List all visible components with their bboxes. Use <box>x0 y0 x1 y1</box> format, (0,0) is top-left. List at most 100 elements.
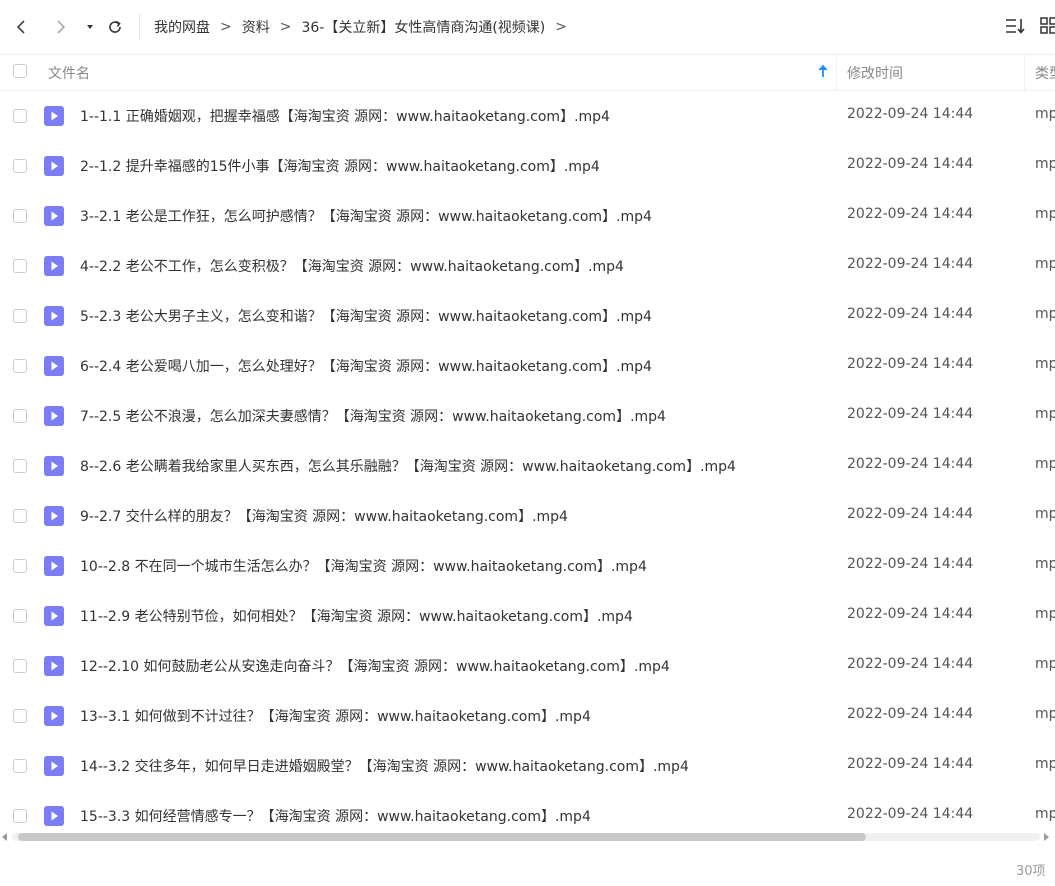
file-name[interactable]: 10--2.8 不在同一个城市生活怎么办？【海淘宝资 源网：www.haitao… <box>80 556 647 576</box>
chevron-left-icon <box>16 20 25 34</box>
file-type: mp4 <box>1035 556 1055 572</box>
row-checkbox[interactable] <box>13 709 27 723</box>
row-checkbox[interactable] <box>13 209 27 223</box>
item-count: 30项 <box>1016 864 1046 879</box>
row-checkbox[interactable] <box>13 159 27 173</box>
caret-down-icon <box>87 25 93 29</box>
column-header-type[interactable]: 类型 <box>1035 63 1055 83</box>
sort-button[interactable] <box>1005 15 1027 41</box>
sort-ascending-icon[interactable] <box>816 63 830 79</box>
column-divider[interactable] <box>836 54 837 90</box>
file-row[interactable]: 15--3.3 如何经营情感专一？【海淘宝资 源网：www.haitaoketa… <box>0 791 1055 828</box>
file-row[interactable]: 1--1.1 正确婚姻观，把握幸福感【海淘宝资 源网：www.haitaoket… <box>0 91 1055 141</box>
forward-button[interactable] <box>48 15 72 39</box>
file-name[interactable]: 14--3.2 交往多年，如何早日走进婚姻殿堂？【海淘宝资 源网：www.hai… <box>80 756 689 776</box>
file-modified-time: 2022-09-24 14:44 <box>847 806 974 822</box>
file-name[interactable]: 7--2.5 老公不浪漫，怎么加深夫妻感情？【海淘宝资 源网：www.haita… <box>80 406 666 426</box>
video-file-icon <box>44 456 64 476</box>
breadcrumb-item-current[interactable]: 36-【关立新】女性高情商沟通(视频课) <box>301 17 545 37</box>
view-mode-button[interactable] <box>1040 15 1055 41</box>
video-file-icon <box>44 406 64 426</box>
file-name[interactable]: 13--3.1 如何做到不计过往？【海淘宝资 源网：www.haitaoketa… <box>80 706 591 726</box>
back-button[interactable] <box>10 15 34 39</box>
file-type: mp4 <box>1035 306 1055 322</box>
file-row[interactable]: 7--2.5 老公不浪漫，怎么加深夫妻感情？【海淘宝资 源网：www.haita… <box>0 391 1055 441</box>
video-file-icon <box>44 656 64 676</box>
row-checkbox[interactable] <box>13 659 27 673</box>
file-modified-time: 2022-09-24 14:44 <box>847 306 974 322</box>
file-name[interactable]: 12--2.10 如何鼓励老公从安逸走向奋斗？【海淘宝资 源网：www.hait… <box>80 656 670 676</box>
file-row[interactable]: 10--2.8 不在同一个城市生活怎么办？【海淘宝资 源网：www.haitao… <box>0 541 1055 591</box>
row-checkbox[interactable] <box>13 109 27 123</box>
chevron-right-icon <box>57 20 66 34</box>
file-row[interactable]: 13--3.1 如何做到不计过往？【海淘宝资 源网：www.haitaoketa… <box>0 691 1055 741</box>
file-type: mp4 <box>1035 406 1055 422</box>
file-type: mp4 <box>1035 156 1055 172</box>
column-header-name[interactable]: 文件名 <box>48 63 90 83</box>
row-checkbox[interactable] <box>13 409 27 423</box>
row-checkbox[interactable] <box>13 759 27 773</box>
select-all-checkbox[interactable] <box>13 64 27 78</box>
file-row[interactable]: 5--2.3 老公大男子主义，怎么变和谐？【海淘宝资 源网：www.haitao… <box>0 291 1055 341</box>
file-name[interactable]: 11--2.9 老公特别节俭，如何相处？【海淘宝资 源网：www.haitaok… <box>80 606 633 626</box>
scroll-right-arrow-icon[interactable] <box>1044 833 1049 841</box>
row-checkbox[interactable] <box>13 609 27 623</box>
breadcrumb-item-root[interactable]: 我的网盘 <box>154 17 210 37</box>
column-divider[interactable] <box>1024 54 1025 90</box>
file-name[interactable]: 3--2.1 老公是工作狂，怎么呵护感情？【海淘宝资 源网：www.haitao… <box>80 206 652 226</box>
refresh-icon <box>109 20 121 33</box>
top-bar: 我的网盘 > 资料 > 36-【关立新】女性高情商沟通(视频课) > <box>0 0 1055 55</box>
refresh-button[interactable] <box>103 15 127 39</box>
video-file-icon <box>44 706 64 726</box>
toolbar-divider <box>139 14 140 40</box>
file-type: mp4 <box>1035 706 1055 722</box>
video-file-icon <box>44 356 64 376</box>
horizontal-scrollbar[interactable] <box>0 828 1055 848</box>
breadcrumb-separator: > <box>555 19 567 35</box>
file-name[interactable]: 5--2.3 老公大男子主义，怎么变和谐？【海淘宝资 源网：www.haitao… <box>80 306 652 326</box>
row-checkbox[interactable] <box>13 359 27 373</box>
file-row[interactable]: 8--2.6 老公瞒着我给家里人买东西，怎么其乐融融？【海淘宝资 源网：www.… <box>0 441 1055 491</box>
scroll-left-arrow-icon[interactable] <box>2 833 7 841</box>
file-name[interactable]: 6--2.4 老公爱喝八加一，怎么处理好？【海淘宝资 源网：www.haitao… <box>80 356 652 376</box>
row-checkbox[interactable] <box>13 809 27 823</box>
file-type: mp4 <box>1035 106 1055 122</box>
file-type: mp4 <box>1035 656 1055 672</box>
file-name[interactable]: 1--1.1 正确婚姻观，把握幸福感【海淘宝资 源网：www.haitaoket… <box>80 106 610 126</box>
history-dropdown-button[interactable] <box>78 15 102 39</box>
file-modified-time: 2022-09-24 14:44 <box>847 456 974 472</box>
file-name[interactable]: 2--1.2 提升幸福感的15件小事【海淘宝资 源网：www.haitaoket… <box>80 156 600 176</box>
row-checkbox[interactable] <box>13 309 27 323</box>
video-file-icon <box>44 156 64 176</box>
file-modified-time: 2022-09-24 14:44 <box>847 206 974 222</box>
file-name[interactable]: 15--3.3 如何经营情感专一？【海淘宝资 源网：www.haitaoketa… <box>80 806 591 826</box>
file-row[interactable]: 3--2.1 老公是工作狂，怎么呵护感情？【海淘宝资 源网：www.haitao… <box>0 191 1055 241</box>
file-modified-time: 2022-09-24 14:44 <box>847 756 974 772</box>
grid-view-icon <box>1040 17 1055 34</box>
breadcrumb-separator: > <box>279 19 292 35</box>
file-row[interactable]: 2--1.2 提升幸福感的15件小事【海淘宝资 源网：www.haitaoket… <box>0 141 1055 191</box>
row-checkbox[interactable] <box>13 459 27 473</box>
breadcrumb-item-folder[interactable]: 资料 <box>242 17 270 37</box>
file-row[interactable]: 6--2.4 老公爱喝八加一，怎么处理好？【海淘宝资 源网：www.haitao… <box>0 341 1055 391</box>
file-name[interactable]: 8--2.6 老公瞒着我给家里人买东西，怎么其乐融融？【海淘宝资 源网：www.… <box>80 456 736 476</box>
file-row[interactable]: 4--2.2 老公不工作，怎么变积极？【海淘宝资 源网：www.haitaoke… <box>0 241 1055 291</box>
file-row[interactable]: 11--2.9 老公特别节俭，如何相处？【海淘宝资 源网：www.haitaok… <box>0 591 1055 641</box>
file-modified-time: 2022-09-24 14:44 <box>847 256 974 272</box>
file-list: 1--1.1 正确婚姻观，把握幸福感【海淘宝资 源网：www.haitaoket… <box>0 91 1055 828</box>
scrollbar-thumb[interactable] <box>18 833 866 841</box>
column-header-time[interactable]: 修改时间 <box>847 63 903 83</box>
file-type: mp4 <box>1035 256 1055 272</box>
file-row[interactable]: 12--2.10 如何鼓励老公从安逸走向奋斗？【海淘宝资 源网：www.hait… <box>0 641 1055 691</box>
video-file-icon <box>44 256 64 276</box>
video-file-icon <box>44 306 64 326</box>
file-row[interactable]: 9--2.7 交什么样的朋友？【海淘宝资 源网：www.haitaoketang… <box>0 491 1055 541</box>
file-row[interactable]: 14--3.2 交往多年，如何早日走进婚姻殿堂？【海淘宝资 源网：www.hai… <box>0 741 1055 791</box>
file-name[interactable]: 9--2.7 交什么样的朋友？【海淘宝资 源网：www.haitaoketang… <box>80 506 568 526</box>
row-checkbox[interactable] <box>13 559 27 573</box>
file-modified-time: 2022-09-24 14:44 <box>847 406 974 422</box>
row-checkbox[interactable] <box>13 259 27 273</box>
video-file-icon <box>44 756 64 776</box>
file-name[interactable]: 4--2.2 老公不工作，怎么变积极？【海淘宝资 源网：www.haitaoke… <box>80 256 624 276</box>
row-checkbox[interactable] <box>13 509 27 523</box>
